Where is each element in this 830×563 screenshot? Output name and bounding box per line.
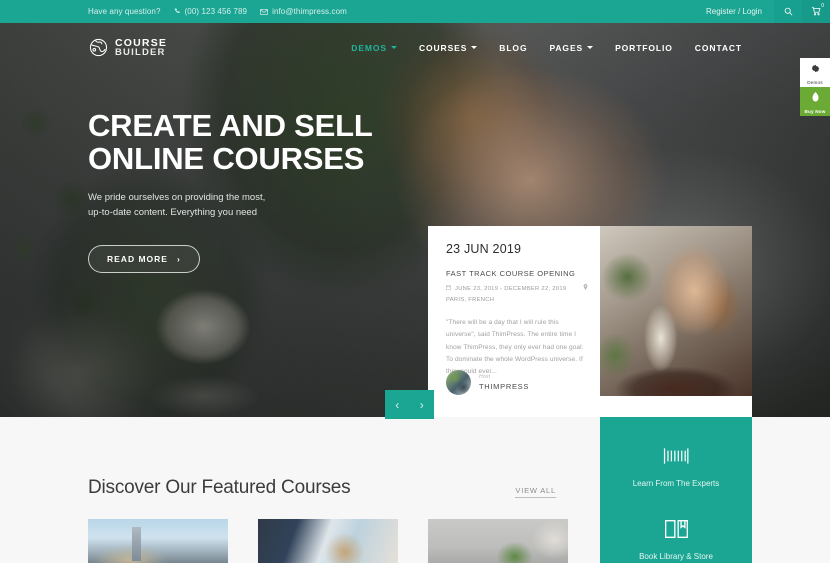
calendar-icon <box>446 284 451 295</box>
chevron-down-icon <box>390 46 397 49</box>
event-location: PARIS, FRENCH <box>446 297 495 303</box>
nav-label-blog: BLOG <box>499 42 528 53</box>
hero-headline-line-1: CREATE AND SELL <box>88 108 373 143</box>
event-title: FAST TRACK COURSE OPENING <box>446 269 576 278</box>
top-bar-actions: Register / Login 0 <box>694 0 830 23</box>
event-host: Host THIMPRESS <box>446 370 529 395</box>
nav-label-demos: DEMOS <box>351 42 387 53</box>
feature-learn-from-experts[interactable]: Learn From The Experts <box>600 443 752 490</box>
register-login-link[interactable]: Register / Login <box>694 7 774 16</box>
hero-subtext: We pride ourselves on providing the most… <box>88 191 418 220</box>
event-card[interactable]: 23 JUN 2019 FAST TRACK COURSE OPENING JU… <box>428 226 603 417</box>
course-card-3[interactable] <box>428 519 568 563</box>
nav-label-contact: CONTACT <box>694 42 742 53</box>
course-card-1[interactable] <box>88 519 228 563</box>
nav-item-blog[interactable]: BLOG <box>499 43 527 53</box>
nav-item-contact[interactable]: CONTACT <box>695 43 742 53</box>
chevron-right-icon: › <box>176 253 181 264</box>
avatar <box>446 370 471 395</box>
nav-item-courses[interactable]: COURSES <box>418 42 478 53</box>
course-card-list <box>88 519 568 563</box>
email-address: info@thimpress.com <box>272 7 347 16</box>
top-bar: Have any question? (00) 123 456 789 info… <box>0 0 830 23</box>
feature-highlights-panel: Learn From The Experts Book Library & St… <box>600 417 752 563</box>
open-book-icon <box>664 516 689 542</box>
cart-icon <box>811 3 821 21</box>
feature-book-library-store[interactable]: Book Library & Store <box>600 516 752 563</box>
nav-label-courses: COURSES <box>418 42 468 53</box>
slider-prev-button[interactable]: ‹ <box>385 398 410 412</box>
search-icon <box>784 3 793 21</box>
primary-nav-links: DEMOS COURSES BLOG PAGES PORTFOLIO CONTA… <box>351 43 742 53</box>
search-button[interactable] <box>774 0 802 23</box>
logo-wordmark: COURSE BUILDER <box>115 37 167 58</box>
slider-navigation: ‹ › <box>385 390 434 419</box>
hero-content: CREATE AND SELL ONLINE COURSES We pride … <box>88 108 418 273</box>
gear-icon <box>811 60 820 78</box>
top-bar-contact-group: Have any question? (00) 123 456 789 info… <box>88 7 347 16</box>
read-more-button[interactable]: READ MORE › <box>88 244 200 273</box>
globe-logo-icon <box>88 37 109 58</box>
slider-next-button[interactable]: › <box>410 398 435 412</box>
hero-headline: CREATE AND SELL ONLINE COURSES <box>88 108 418 176</box>
event-image-caption-strip <box>600 396 752 417</box>
nav-item-pages[interactable]: PAGES <box>549 42 594 53</box>
page-root: Have any question? (00) 123 456 789 info… <box>0 0 830 563</box>
course-card-2[interactable] <box>258 519 398 563</box>
hero-subtext-line-2: up-to-date content. Everything you need <box>88 206 258 218</box>
buy-now-float-button[interactable]: Buy Now <box>800 87 830 116</box>
map-pin-icon <box>583 284 588 295</box>
floating-action-buttons: Demos Buy Now <box>800 58 830 116</box>
event-feature-image <box>600 226 752 396</box>
nav-item-portfolio[interactable]: PORTFOLIO <box>615 43 673 53</box>
demos-float-button[interactable]: Demos <box>800 58 830 87</box>
hero-headline-line-2: ONLINE COURSES <box>88 140 365 176</box>
host-label: Host <box>479 374 491 380</box>
view-all-link[interactable]: VIEW ALL <box>515 486 556 498</box>
event-dates: JUNE 23, 2019 - DECEMBER 22, 2019 <box>455 286 567 292</box>
have-any-question-label: Have any question? <box>88 7 161 16</box>
leaf-icon <box>811 89 820 107</box>
phone-number: (00) 123 456 789 <box>184 7 248 16</box>
email-item[interactable]: info@thimpress.com <box>260 7 347 16</box>
chevron-down-icon <box>587 46 594 49</box>
nav-label-portfolio: PORTFOLIO <box>615 42 673 53</box>
logo-line-2: BUILDER <box>115 47 166 58</box>
event-date: 23 JUN 2019 <box>446 242 522 256</box>
page-title: Discover Our Featured Courses <box>88 477 351 498</box>
feature-label-2: Book Library & Store <box>639 552 713 561</box>
phone-icon <box>174 8 181 15</box>
chevron-down-icon <box>471 46 478 49</box>
buy-now-float-label: Buy Now <box>804 109 826 114</box>
event-host-text: Host THIMPRESS <box>479 374 529 391</box>
nav-item-demos[interactable]: DEMOS <box>351 43 397 53</box>
featured-courses-header: Discover Our Featured Courses VIEW ALL <box>88 477 556 499</box>
phone-item[interactable]: (00) 123 456 789 <box>174 7 248 16</box>
question-text: Have any question? <box>88 7 161 16</box>
hero-subtext-line-1: We pride ourselves on providing the most… <box>88 192 266 204</box>
envelope-icon <box>260 8 268 15</box>
barcode-icon <box>663 443 689 469</box>
cart-count-badge: 0 <box>821 3 824 9</box>
demos-float-label: Demos <box>807 80 823 85</box>
read-more-label: READ MORE <box>107 253 168 264</box>
main-navigation-bar: COURSE BUILDER DEMOS COURSES BLOG PAGES … <box>0 23 830 72</box>
event-meta: JUNE 23, 2019 - DECEMBER 22, 2019 PARIS,… <box>446 284 588 306</box>
site-logo[interactable]: COURSE BUILDER <box>88 37 167 58</box>
host-name: THIMPRESS <box>479 382 530 391</box>
cart-button[interactable]: 0 <box>802 0 830 23</box>
nav-label-pages: PAGES <box>549 42 584 53</box>
event-meta-dates-row: JUNE 23, 2019 - DECEMBER 22, 2019 <box>446 284 588 295</box>
feature-label-1: Learn From The Experts <box>632 479 720 488</box>
